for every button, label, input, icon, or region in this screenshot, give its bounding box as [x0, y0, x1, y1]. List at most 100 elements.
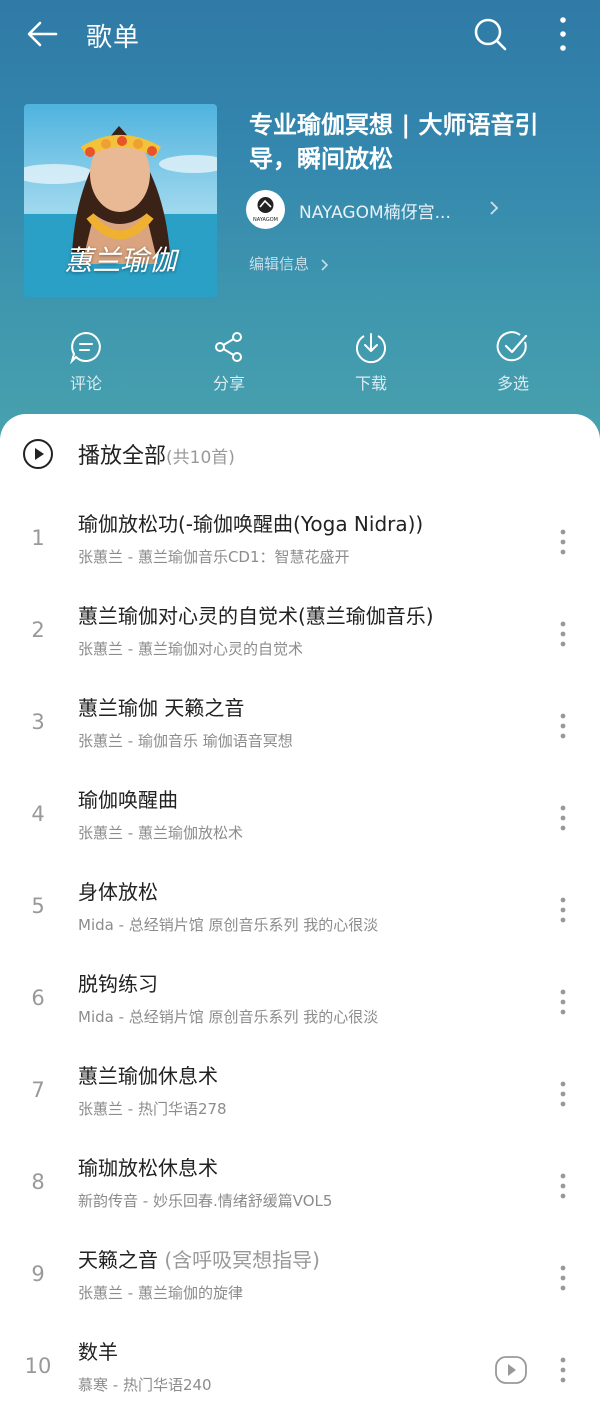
song-number: 10 [24, 1354, 52, 1378]
more-vertical-icon[interactable] [548, 798, 578, 838]
song-title-text: 天籁之音 [78, 1248, 165, 1272]
song-title: 蕙兰瑜伽 天籁之音 [78, 692, 244, 721]
comment-label: 评论 [69, 374, 102, 393]
song-list-sheet: 播放全部(共10首) 1 瑜伽放松功(-瑜伽唤醒曲(Yoga Nidra)) 张… [0, 414, 600, 1400]
play-all-label: 播放全部(共10首) [78, 438, 235, 470]
more-vertical-icon[interactable] [548, 706, 578, 746]
song-title-text: 身体放松 [78, 880, 158, 904]
more-vertical-icon[interactable] [548, 614, 578, 654]
comment-button[interactable]: 评论 [46, 330, 126, 400]
song-artist-album: 张蕙兰 - 蕙兰瑜伽放松术 [78, 824, 243, 842]
play-all-text: 播放全部 [78, 444, 167, 469]
playlist-title: 专业瑜伽冥想 | 大师语音引导，瞬间放松 [249, 111, 539, 173]
song-artist-album: 张蕙兰 - 蕙兰瑜伽的旋律 [78, 1284, 243, 1302]
playlist-cover[interactable]: 蕙兰瑜伽 [24, 104, 217, 297]
song-number: 1 [31, 526, 45, 550]
song-artist-album: 张蕙兰 - 蕙兰瑜伽音乐CD1：智慧花盛开 [78, 548, 350, 566]
song-title-text: 瑜伽唤醒曲 [78, 788, 178, 812]
song-title: 天籁之音 (含呼吸冥想指导) [78, 1244, 320, 1273]
more-vertical-icon[interactable] [548, 1350, 578, 1390]
song-number: 8 [31, 1170, 45, 1194]
song-artist-album: 张蕙兰 - 瑜伽音乐 瑜伽语音冥想 [78, 732, 293, 750]
song-title-text: 瑜珈放松休息术 [78, 1156, 218, 1180]
song-number: 5 [31, 894, 45, 918]
search-icon [474, 18, 507, 51]
song-title-text: 数羊 [78, 1340, 118, 1364]
song-row[interactable]: 6 脱钩练习 Mida - 总经销片馆 原创音乐系列 我的心很淡 [0, 958, 600, 1050]
comment-icon [70, 331, 101, 364]
action-bar: 评论 分享 下载 多选 [0, 330, 600, 400]
multi-select-icon [496, 331, 528, 362]
song-row[interactable]: 8 瑜珈放松休息术 新韵传音 - 妙乐回春.情绪舒缓篇VOL5 [0, 1142, 600, 1234]
share-label: 分享 [212, 374, 245, 393]
download-button[interactable]: 下载 [331, 330, 411, 400]
creator-avatar: NAYAGOM [246, 190, 285, 229]
more-vertical-icon [560, 17, 566, 51]
multi-select-button[interactable]: 多选 [473, 330, 553, 400]
song-count: (共10首) [166, 448, 235, 468]
song-title-note: (含呼吸冥想指导) [164, 1248, 320, 1272]
share-icon [215, 332, 242, 362]
creator-logo-icon: NAYAGOM [253, 197, 278, 223]
more-vertical-icon[interactable] [548, 1166, 578, 1206]
song-row[interactable]: 4 瑜伽唤醒曲 张蕙兰 - 蕙兰瑜伽放松术 [0, 774, 600, 866]
song-number: 3 [31, 710, 45, 734]
song-artist-album: 新韵传音 - 妙乐回春.情绪舒缓篇VOL5 [78, 1192, 333, 1210]
song-artist-album: 张蕙兰 - 蕙兰瑜伽对心灵的自觉术 [78, 640, 303, 658]
more-vertical-icon[interactable] [548, 1258, 578, 1298]
song-title-text: 蕙兰瑜伽休息术 [78, 1064, 218, 1088]
song-number: 4 [31, 802, 45, 826]
song-row[interactable]: 5 身体放松 Mida - 总经销片馆 原创音乐系列 我的心很淡 [0, 866, 600, 958]
song-artist-album: 张蕙兰 - 热门华语278 [78, 1100, 227, 1118]
song-title-text: 瑜伽放松功(-瑜伽唤醒曲(Yoga Nidra)) [78, 512, 424, 536]
multi-select-label: 多选 [496, 374, 529, 393]
creator-logo-text: NAYAGOM [253, 217, 278, 223]
song-title: 数羊 [78, 1336, 118, 1365]
edit-info-label: 编辑信息 [249, 255, 310, 273]
song-row[interactable]: 9 天籁之音 (含呼吸冥想指导) 张蕙兰 - 蕙兰瑜伽的旋律 [0, 1234, 600, 1326]
more-vertical-icon[interactable] [548, 1074, 578, 1114]
song-title-text: 蕙兰瑜伽 天籁之音 [78, 696, 245, 720]
song-title-text: 脱钩练习 [78, 972, 158, 996]
song-number: 9 [31, 1262, 45, 1286]
creator-name: NAYAGOM楠伢宫... [299, 203, 451, 223]
more-vertical-icon[interactable] [548, 522, 578, 562]
song-title: 蕙兰瑜伽对心灵的自觉术(蕙兰瑜伽音乐) [78, 600, 434, 629]
cover-caption: 蕙兰瑜伽 [64, 244, 177, 277]
edit-info-link[interactable]: 编辑信息 [249, 253, 330, 279]
song-title: 脱钩练习 [78, 968, 158, 997]
more-vertical-icon[interactable] [548, 890, 578, 930]
song-title: 身体放松 [78, 876, 158, 905]
more-options-button[interactable] [546, 14, 580, 54]
song-title: 瑜伽唤醒曲 [78, 784, 178, 813]
song-title: 瑜珈放松休息术 [78, 1152, 218, 1181]
song-title: 蕙兰瑜伽休息术 [78, 1060, 218, 1089]
video-play-icon[interactable] [494, 1355, 528, 1385]
play-circle-icon [23, 439, 53, 469]
share-button[interactable]: 分享 [189, 330, 269, 400]
download-label: 下载 [354, 374, 387, 393]
playlist-header: 歌单 蕙兰瑜伽 专业瑜伽冥想 | 大师语音引导，瞬间放松 NAYAGOM NAY… [0, 0, 600, 440]
top-bar: 歌单 [0, 0, 600, 70]
page-title: 歌单 [86, 23, 141, 53]
song-number: 6 [31, 986, 45, 1010]
download-icon [356, 333, 386, 364]
song-artist-album: 慕寒 - 热门华语240 [78, 1376, 212, 1394]
chevron-right-icon [490, 201, 499, 215]
song-number: 2 [31, 618, 45, 642]
more-vertical-icon[interactable] [548, 982, 578, 1022]
song-title-text: 蕙兰瑜伽对心灵的自觉术(蕙兰瑜伽音乐) [78, 604, 434, 628]
song-row[interactable]: 10 数羊 慕寒 - 热门华语240 [0, 1326, 600, 1418]
song-number: 7 [31, 1078, 45, 1102]
creator-row[interactable]: NAYAGOM NAYAGOM楠伢宫... [246, 190, 546, 230]
song-artist-album: Mida - 总经销片馆 原创音乐系列 我的心很淡 [78, 916, 379, 934]
song-row[interactable]: 3 蕙兰瑜伽 天籁之音 张蕙兰 - 瑜伽音乐 瑜伽语音冥想 [0, 682, 600, 774]
search-button[interactable] [470, 14, 510, 54]
song-row[interactable]: 2 蕙兰瑜伽对心灵的自觉术(蕙兰瑜伽音乐) 张蕙兰 - 蕙兰瑜伽对心灵的自觉术 [0, 590, 600, 682]
chevron-right-icon [321, 258, 329, 271]
song-row[interactable]: 7 蕙兰瑜伽休息术 张蕙兰 - 热门华语278 [0, 1050, 600, 1142]
back-button[interactable] [22, 14, 62, 54]
play-all-button[interactable]: 播放全部(共10首) [0, 414, 600, 494]
song-title: 瑜伽放松功(-瑜伽唤醒曲(Yoga Nidra)) [78, 508, 423, 537]
song-row[interactable]: 1 瑜伽放松功(-瑜伽唤醒曲(Yoga Nidra)) 张蕙兰 - 蕙兰瑜伽音乐… [0, 498, 600, 590]
